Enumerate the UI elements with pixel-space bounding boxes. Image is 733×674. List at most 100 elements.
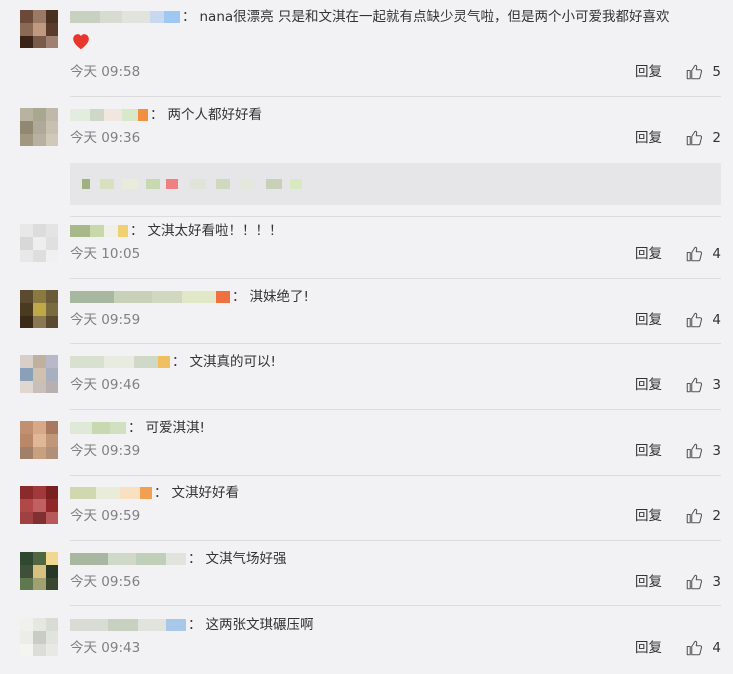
like-button[interactable]: 3 <box>685 572 721 592</box>
like-button[interactable]: 5 <box>685 62 721 82</box>
thumbs-up-icon <box>685 573 709 591</box>
thumbs-up-icon <box>685 311 709 329</box>
comment-text: 文淇气场好强 <box>205 551 287 567</box>
quoted-reply-blurred[interactable] <box>70 163 721 205</box>
like-count: 4 <box>712 640 721 656</box>
comment-text: 文淇太好看啦！！！！ <box>147 223 283 239</box>
comment-line: ：淇妹绝了! <box>70 286 721 308</box>
avatar[interactable] <box>20 486 58 524</box>
reply-button[interactable]: 回复 <box>635 572 662 592</box>
like-button[interactable]: 2 <box>685 128 721 148</box>
username-blurred[interactable] <box>70 10 180 24</box>
reply-button[interactable]: 回复 <box>635 62 662 82</box>
avatar[interactable] <box>20 618 58 656</box>
username-blurred[interactable] <box>70 486 152 500</box>
thumbs-up-icon <box>685 442 709 460</box>
username-blurred[interactable] <box>70 421 126 435</box>
divider <box>70 343 721 344</box>
avatar[interactable] <box>20 355 58 393</box>
comment-text: 两个人都好好看 <box>167 107 263 123</box>
thumbs-up-icon <box>685 376 709 394</box>
name-colon: ： <box>232 289 246 305</box>
comment-line: ： nana很漂亮 只是和文淇在一起就有点缺少灵气啦，但是两个小可爱我都好喜欢 <box>70 6 721 28</box>
name-colon: ： <box>172 354 186 370</box>
divider <box>70 278 721 279</box>
reply-button[interactable]: 回复 <box>635 506 662 526</box>
avatar[interactable] <box>20 224 58 262</box>
reply-button[interactable]: 回复 <box>635 244 662 264</box>
avatar[interactable] <box>20 552 58 590</box>
comment-time: 今天 09:43 <box>70 640 141 656</box>
comment-text: 这两张文琪碾压啊 <box>205 617 314 633</box>
comment-line: ：文淇气场好强 <box>70 548 721 570</box>
comment-line: ：这两张文琪碾压啊 <box>70 614 721 636</box>
thumbs-up-icon <box>685 245 709 263</box>
comment-line: ：文淇太好看啦！！！！ <box>70 220 721 242</box>
comment-time: 今天 09:58 <box>70 64 141 80</box>
comment-text: 文淇真的可以! <box>189 354 276 370</box>
username-blurred[interactable] <box>70 290 230 304</box>
like-count: 3 <box>712 377 721 393</box>
name-colon: ： <box>182 9 196 25</box>
name-colon: ： <box>128 420 142 436</box>
thumbs-up-icon <box>685 63 709 81</box>
comment-line: ：可爱淇淇! <box>70 417 721 439</box>
like-button[interactable]: 2 <box>685 506 721 526</box>
divider <box>70 96 721 97</box>
username-blurred[interactable] <box>70 108 148 122</box>
divider <box>70 605 721 606</box>
like-count: 2 <box>712 508 721 524</box>
thumbs-up-icon <box>685 639 709 657</box>
avatar[interactable] <box>20 421 58 459</box>
comment-line: ：文淇好好看 <box>70 482 721 504</box>
divider <box>70 540 721 541</box>
divider <box>70 475 721 476</box>
comment-line: ：文淇真的可以! <box>70 351 721 373</box>
comment-time: 今天 09:36 <box>70 130 141 146</box>
reply-button[interactable]: 回复 <box>635 310 662 330</box>
username-blurred[interactable] <box>70 552 186 566</box>
reply-button[interactable]: 回复 <box>635 128 662 148</box>
name-colon: ： <box>150 107 164 123</box>
avatar[interactable] <box>20 10 58 48</box>
like-count: 3 <box>712 574 721 590</box>
thumbs-up-icon <box>685 507 709 525</box>
avatar[interactable] <box>20 290 58 328</box>
reply-button[interactable]: 回复 <box>635 441 662 461</box>
username-blurred[interactable] <box>70 355 170 369</box>
comment-time: 今天 09:59 <box>70 508 141 524</box>
like-button[interactable]: 4 <box>685 310 721 330</box>
comment-line: ：两个人都好好看 <box>70 104 721 126</box>
comment-time: 今天 10:05 <box>70 246 141 262</box>
name-colon: ： <box>188 617 202 633</box>
like-button[interactable]: 4 <box>685 638 721 658</box>
name-colon: ： <box>188 551 202 567</box>
like-count: 3 <box>712 443 721 459</box>
like-button[interactable]: 3 <box>685 441 721 461</box>
like-count: 4 <box>712 246 721 262</box>
comment-text: 文淇好好看 <box>171 485 240 501</box>
thumbs-up-icon <box>685 129 709 147</box>
reply-button[interactable]: 回复 <box>635 375 662 395</box>
name-colon: ： <box>130 223 144 239</box>
comment-text: nana很漂亮 只是和文淇在一起就有点缺少灵气啦，但是两个小可爱我都好喜欢 <box>199 9 670 25</box>
comment-time: 今天 09:56 <box>70 574 141 590</box>
avatar[interactable] <box>20 108 58 146</box>
comment-text: 可爱淇淇! <box>145 420 205 436</box>
like-count: 5 <box>712 64 721 80</box>
divider <box>70 216 721 217</box>
username-blurred[interactable] <box>70 618 186 632</box>
comment-time: 今天 09:59 <box>70 312 141 328</box>
comment-time: 今天 09:46 <box>70 377 141 393</box>
comment-text: 淇妹绝了! <box>249 289 309 305</box>
heart-emoji-icon <box>70 30 92 52</box>
comment-time: 今天 09:39 <box>70 443 141 459</box>
reply-button[interactable]: 回复 <box>635 638 662 658</box>
username-blurred[interactable] <box>70 224 128 238</box>
name-colon: ： <box>154 485 168 501</box>
like-count: 4 <box>712 312 721 328</box>
divider <box>70 409 721 410</box>
like-button[interactable]: 4 <box>685 244 721 264</box>
like-count: 2 <box>712 130 721 146</box>
like-button[interactable]: 3 <box>685 375 721 395</box>
